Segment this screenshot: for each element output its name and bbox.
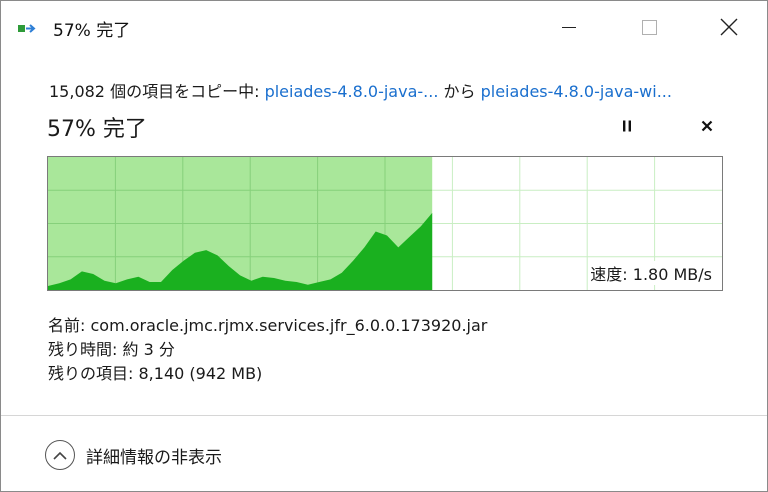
copy-status-line: 15,082 個の項目をコピー中: pleiades-4.8.0-java-..… [49, 78, 672, 102]
copy-count: 15,082 [49, 82, 105, 101]
copy-progress-dialog: 57% 完了 15,082 個の項目をコピー中: pleiades-4.8.0-… [0, 0, 768, 492]
speed-readout: 速度: 1.80 MB/s [588, 261, 714, 285]
destination-folder-link[interactable]: pleiades-4.8.0-java-wi... [481, 82, 672, 101]
maximize-button[interactable] [621, 1, 677, 53]
chevron-up-icon [45, 440, 75, 470]
window-title: 57% 完了 [53, 21, 131, 41]
toggle-details-button[interactable]: 詳細情報の非表示 [45, 437, 222, 473]
speed-graph: 速度: 1.80 MB/s [47, 156, 723, 291]
pause-button[interactable] [615, 115, 639, 137]
items-remaining-label: 残りの項目: [48, 364, 134, 383]
time-remaining-label: 残り時間: [48, 340, 118, 359]
items-remaining-value: 8,140 (942 MB) [138, 364, 263, 383]
title-bar: 57% 完了 [1, 1, 767, 53]
close-icon [720, 18, 738, 36]
close-icon [701, 120, 713, 132]
source-folder-link[interactable]: pleiades-4.8.0-java-... [265, 82, 439, 101]
name-value: com.oracle.jmc.rjmx.services.jfr_6.0.0.1… [90, 316, 488, 335]
detail-row-items: 残りの項目: 8,140 (942 MB) [48, 362, 487, 386]
minimize-button[interactable] [541, 1, 597, 53]
cancel-copy-button[interactable] [695, 115, 719, 137]
details-panel: 名前: com.oracle.jmc.rjmx.services.jfr_6.0… [48, 314, 487, 386]
copy-status-text: 個の項目をコピー中: [104, 82, 265, 101]
from-text: から [438, 82, 481, 101]
time-remaining-value: 約 3 分 [122, 340, 175, 359]
toggle-details-label: 詳細情報の非表示 [86, 447, 222, 468]
copy-files-icon [17, 21, 39, 35]
minimize-icon [562, 26, 576, 28]
maximize-icon [641, 19, 657, 35]
footer-divider [1, 415, 767, 416]
name-label: 名前: [48, 316, 86, 335]
detail-row-name: 名前: com.oracle.jmc.rjmx.services.jfr_6.0… [48, 314, 487, 338]
close-button[interactable] [701, 1, 757, 53]
detail-row-time: 残り時間: 約 3 分 [48, 338, 487, 362]
pause-icon [623, 120, 631, 132]
percent-complete-heading: 57% 完了 [47, 117, 147, 142]
